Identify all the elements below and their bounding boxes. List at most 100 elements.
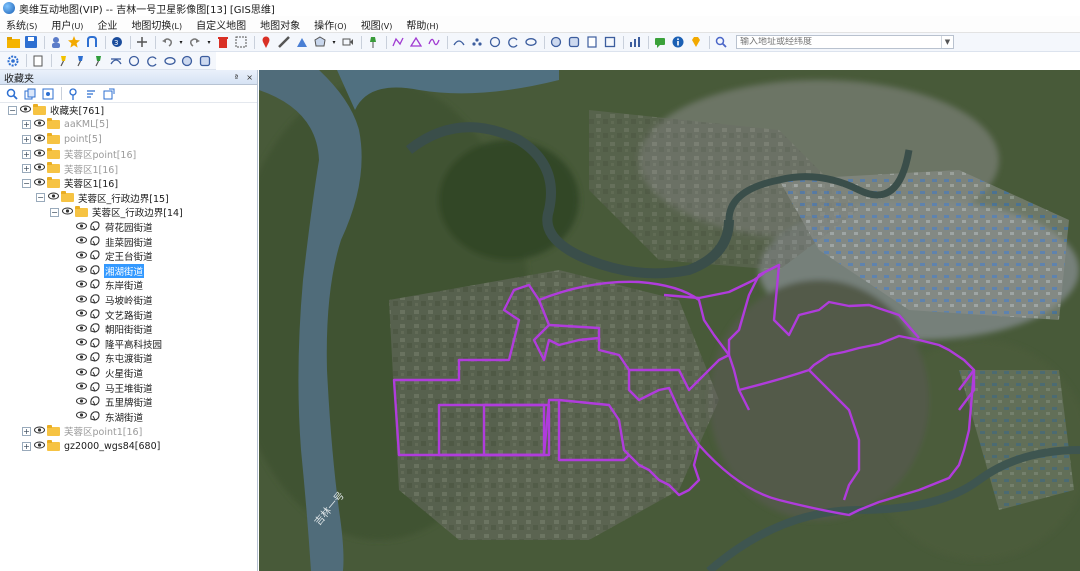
pushpin-yellow-icon[interactable] bbox=[56, 54, 70, 68]
visibility-eye-icon[interactable] bbox=[34, 441, 45, 452]
polygon-tool-icon[interactable] bbox=[313, 35, 327, 49]
visibility-eye-icon[interactable] bbox=[76, 251, 87, 262]
points-icon[interactable] bbox=[470, 35, 484, 49]
visibility-eye-icon[interactable] bbox=[76, 280, 87, 291]
menu-item-3[interactable]: 地图切换(L) bbox=[129, 16, 184, 33]
expand-icon[interactable]: + bbox=[22, 149, 31, 159]
marker-icon[interactable] bbox=[66, 87, 80, 101]
layers-icon[interactable]: 3 bbox=[110, 35, 124, 49]
visibility-eye-icon[interactable] bbox=[76, 353, 87, 364]
video-icon[interactable] bbox=[341, 35, 355, 49]
visibility-eye-icon[interactable] bbox=[34, 178, 45, 189]
visibility-eye-icon[interactable] bbox=[76, 295, 87, 306]
save-icon[interactable] bbox=[24, 35, 38, 49]
tree-node[interactable]: + 芙蓉区1[16] bbox=[22, 161, 119, 176]
curve-icon[interactable] bbox=[427, 35, 441, 49]
menu-item-7[interactable]: 视图(V) bbox=[359, 16, 395, 33]
buffer-circle-icon[interactable] bbox=[549, 35, 563, 49]
visibility-eye-icon[interactable] bbox=[34, 134, 45, 145]
circle-icon[interactable] bbox=[488, 35, 502, 49]
arc-circle-icon[interactable] bbox=[506, 35, 520, 49]
pushpin-blue-icon[interactable] bbox=[73, 54, 87, 68]
frame-icon[interactable] bbox=[603, 35, 617, 49]
visibility-eye-icon[interactable] bbox=[76, 236, 87, 247]
track-icon[interactable] bbox=[109, 54, 123, 68]
chevron-down-icon[interactable]: ▾ bbox=[178, 35, 184, 49]
visibility-eye-icon[interactable] bbox=[62, 207, 73, 218]
tree-node[interactable]: + point[5] bbox=[22, 132, 103, 147]
redo-icon[interactable] bbox=[188, 35, 202, 49]
location-pin-icon[interactable] bbox=[259, 35, 273, 49]
visibility-eye-icon[interactable] bbox=[76, 382, 87, 393]
message-icon[interactable] bbox=[653, 35, 667, 49]
visibility-eye-icon[interactable] bbox=[20, 105, 31, 116]
copy-icon[interactable] bbox=[23, 87, 37, 101]
tree-node[interactable]: 湘湖街道 bbox=[64, 263, 145, 279]
circle-outline-icon[interactable] bbox=[127, 54, 141, 68]
search-icon[interactable] bbox=[714, 35, 728, 49]
vip-gem-icon[interactable] bbox=[689, 35, 703, 49]
expand-icon[interactable]: + bbox=[22, 164, 31, 174]
tree-node[interactable]: 文艺路街道 bbox=[64, 307, 154, 322]
tree-node[interactable]: + 芙蓉区point[16] bbox=[22, 147, 137, 162]
chevron-down-icon[interactable]: ▾ bbox=[331, 35, 337, 49]
tree-node[interactable]: 马坡岭街道 bbox=[64, 293, 154, 308]
arc-icon[interactable] bbox=[452, 35, 466, 49]
ruler-icon[interactable] bbox=[277, 35, 291, 49]
tree-node[interactable]: + 芙蓉区point1[16] bbox=[22, 424, 143, 439]
move-icon[interactable] bbox=[135, 35, 149, 49]
open-folder-icon[interactable] bbox=[6, 35, 20, 49]
expand-icon[interactable]: + bbox=[22, 441, 31, 451]
user-icon[interactable] bbox=[49, 35, 63, 49]
collapse-icon[interactable]: − bbox=[50, 207, 59, 217]
visibility-eye-icon[interactable] bbox=[76, 265, 87, 276]
undo-icon[interactable] bbox=[160, 35, 174, 49]
favorite-star-icon[interactable] bbox=[67, 35, 81, 49]
tree-node[interactable]: 朝阳街街道 bbox=[64, 322, 154, 337]
new-document-icon[interactable] bbox=[31, 54, 45, 68]
locate-icon[interactable] bbox=[41, 87, 55, 101]
tree-node[interactable]: − 芙蓉区1[16] bbox=[22, 176, 119, 191]
tree-node[interactable]: 荷花园街道 bbox=[64, 220, 154, 235]
tree-node[interactable]: 隆平高科技园 bbox=[64, 337, 163, 352]
pushpin-green-icon[interactable] bbox=[91, 54, 105, 68]
visibility-eye-icon[interactable] bbox=[76, 338, 87, 349]
tree-node[interactable]: 五里牌街道 bbox=[64, 395, 154, 410]
pin-panel-icon[interactable]: ª bbox=[235, 73, 239, 82]
collapse-icon[interactable]: − bbox=[22, 178, 31, 188]
visibility-eye-icon[interactable] bbox=[76, 368, 87, 379]
menu-item-8[interactable]: 帮助(H) bbox=[404, 16, 440, 33]
pin-icon[interactable] bbox=[366, 35, 380, 49]
info-icon[interactable] bbox=[671, 35, 685, 49]
satellite-map-view[interactable]: 吉林一号 bbox=[259, 70, 1080, 571]
filled-square-icon[interactable] bbox=[198, 54, 212, 68]
visibility-eye-icon[interactable] bbox=[76, 411, 87, 422]
visibility-eye-icon[interactable] bbox=[34, 149, 45, 160]
menu-item-6[interactable]: 操作(O) bbox=[312, 16, 349, 33]
menu-item-0[interactable]: 系统(S) bbox=[4, 16, 39, 33]
visibility-eye-icon[interactable] bbox=[34, 119, 45, 130]
expand-icon[interactable]: + bbox=[22, 134, 31, 144]
partial-circle-icon[interactable] bbox=[145, 54, 159, 68]
settings-gear-icon[interactable] bbox=[6, 54, 20, 68]
visibility-eye-icon[interactable] bbox=[48, 192, 59, 203]
tree-node[interactable]: 韭菜园街道 bbox=[64, 234, 154, 249]
tree-node[interactable]: 定王台街道 bbox=[64, 249, 154, 264]
tree-node[interactable]: + gz2000_wgs84[680] bbox=[22, 439, 161, 454]
map-canvas[interactable]: 吉林一号 bbox=[259, 70, 1080, 571]
chevron-down-icon[interactable]: ▼ bbox=[941, 36, 953, 48]
address-search-input[interactable] bbox=[737, 37, 941, 47]
address-search-box[interactable]: ▼ bbox=[736, 35, 954, 49]
visibility-eye-icon[interactable] bbox=[76, 309, 87, 320]
tree-node[interactable]: 火星街道 bbox=[64, 366, 144, 381]
visibility-eye-icon[interactable] bbox=[76, 222, 87, 233]
export-icon[interactable] bbox=[102, 87, 116, 101]
tree-node[interactable]: 东岸街道 bbox=[64, 278, 144, 293]
ellipse-icon[interactable] bbox=[524, 35, 538, 49]
polyline-icon[interactable] bbox=[391, 35, 405, 49]
visibility-eye-icon[interactable] bbox=[34, 163, 45, 174]
menu-item-4[interactable]: 自定义地图 bbox=[194, 16, 248, 33]
triangle-icon[interactable] bbox=[409, 35, 423, 49]
visibility-eye-icon[interactable] bbox=[76, 397, 87, 408]
chevron-down-icon[interactable]: ▾ bbox=[206, 35, 212, 49]
